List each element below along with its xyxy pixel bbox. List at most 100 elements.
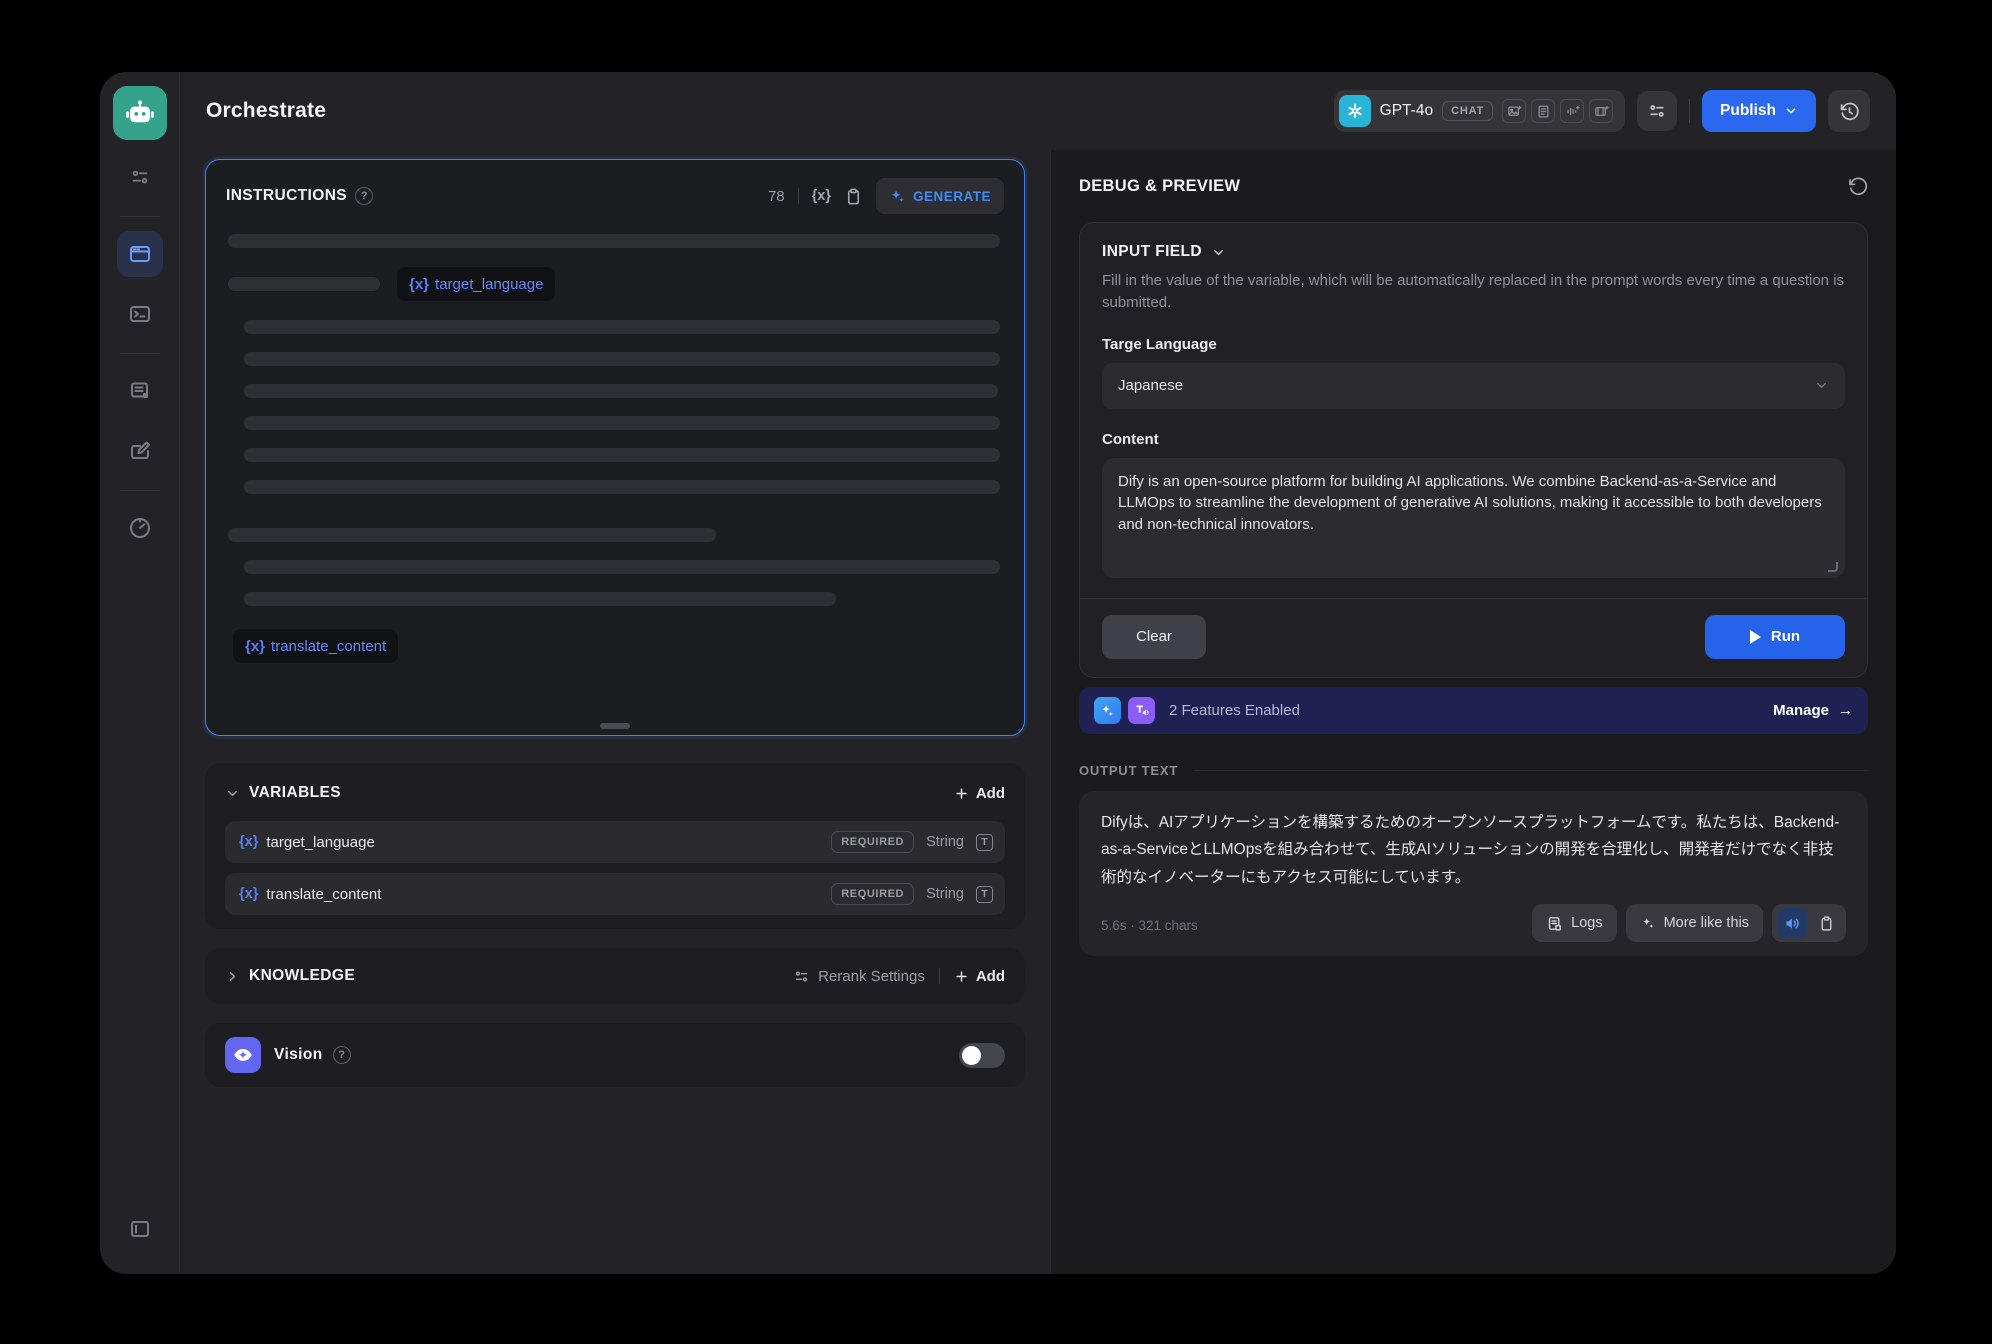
image-capability-icon [1502,99,1526,123]
model-name: GPT-4o [1380,102,1433,120]
variable-type: String [926,886,964,902]
variable-name: target_language [266,834,374,851]
manage-features-button[interactable]: Manage → [1773,702,1853,719]
topbar-divider [1689,99,1690,123]
add-label: Add [976,968,1005,985]
features-status: 2 Features Enabled [1169,702,1300,719]
speaker-button[interactable] [1777,908,1807,938]
chevron-down-icon[interactable] [225,786,240,801]
divider-line [1194,770,1868,771]
copy-output-button[interactable] [1811,908,1841,938]
features-bar[interactable]: 2 Features Enabled Manage → [1079,687,1868,734]
document-list-icon [128,379,152,403]
language-select[interactable]: Japanese [1102,363,1845,409]
audio-capability-icon [1560,99,1584,123]
variable-insert-icon[interactable]: {x} [812,188,831,204]
refresh-icon[interactable] [1847,176,1868,197]
variable-chip-translate-content[interactable]: {x}translate_content [232,628,399,664]
sidebar [100,72,180,1274]
openai-logo-icon [1339,95,1371,127]
instructions-panel[interactable]: INSTRUCTIONS ? 78 {x} GENERATE [205,159,1025,736]
publish-button[interactable]: Publish [1702,90,1816,132]
panel-left-icon [128,1217,152,1241]
sidebar-divider [120,353,160,354]
variables-title: VARIABLES [249,784,341,802]
sidebar-item-orchestrate[interactable] [117,231,163,277]
model-mode-badge: CHAT [1442,101,1493,121]
sidebar-item-logs[interactable] [117,368,163,414]
output-meta: 5.6s · 321 chars [1101,918,1198,942]
run-label: Run [1771,628,1800,645]
model-parameters-button[interactable] [1637,91,1677,131]
debug-preview-pane: DEBUG & PREVIEW INPUT FIELD Fill in the … [1050,150,1896,1274]
text-to-speech-feature-icon [1128,697,1155,724]
variables-section: VARIABLES Add {x} target_language REQU [205,763,1025,929]
variable-token: {x} [239,886,258,902]
sidebar-collapse-button[interactable] [117,1206,163,1252]
variable-token: {x} [409,276,429,293]
sidebar-item-settings[interactable] [117,154,163,200]
sparkles-icon [1640,915,1656,931]
output-text-title: OUTPUT TEXT [1079,763,1178,778]
copy-icon[interactable] [844,187,863,206]
add-knowledge-button[interactable]: Add [954,968,1005,985]
divider [939,968,940,984]
required-badge: REQUIRED [831,831,914,853]
more-like-this-feature-icon [1094,697,1121,724]
sidebar-item-annotation[interactable] [117,428,163,474]
more-like-this-label: More like this [1664,915,1749,931]
variable-row[interactable]: {x} translate_content REQUIRED String T [225,873,1005,915]
string-type-icon[interactable]: T [976,834,993,851]
variable-chip-label: target_language [435,276,543,293]
help-icon[interactable]: ? [355,187,373,205]
logs-label: Logs [1571,915,1602,931]
variable-name: translate_content [266,886,381,903]
clear-button[interactable]: Clear [1102,615,1206,659]
sidebar-item-terminal[interactable] [117,291,163,337]
run-button[interactable]: Run [1705,615,1845,659]
vision-section: Vision ? [205,1023,1025,1087]
generate-label: GENERATE [913,189,991,204]
chevron-right-icon[interactable] [225,969,240,984]
vision-toggle[interactable] [959,1043,1005,1068]
input-field-header[interactable]: INPUT FIELD [1102,243,1845,261]
model-capabilities [1502,99,1613,123]
clock-rewind-icon [1839,101,1860,122]
sidebar-item-monitoring[interactable] [117,505,163,551]
content-textarea[interactable]: Dify is an open-source platform for buil… [1102,458,1845,578]
app-window: Orchestrate GPT-4o CHAT [100,72,1896,1274]
rerank-settings-button[interactable]: Rerank Settings [793,968,925,985]
add-variable-button[interactable]: Add [954,785,1005,802]
logs-button[interactable]: Logs [1532,904,1616,942]
help-icon[interactable]: ? [333,1046,351,1064]
resize-handle[interactable] [600,723,630,729]
history-button[interactable] [1828,90,1870,132]
generate-button[interactable]: GENERATE [876,178,1004,214]
chevron-down-icon [1784,104,1798,118]
plus-icon [954,969,969,984]
app-avatar[interactable] [113,86,167,140]
input-field-description: Fill in the value of the variable, which… [1102,270,1845,314]
more-like-this-button[interactable]: More like this [1626,904,1763,942]
sliders-icon [793,968,810,985]
prompt-editor[interactable]: {x} target_language {x}translate_content [206,224,1024,664]
variable-type: String [926,834,964,850]
content-value: Dify is an open-source platform for buil… [1118,473,1822,534]
string-type-icon[interactable]: T [976,886,993,903]
variable-chip-label: translate_content [271,638,386,655]
divider [798,188,799,204]
resize-corner-icon[interactable] [1828,562,1838,572]
play-icon [1750,630,1761,644]
content-field-label: Content [1102,431,1845,448]
app-window-icon [128,242,152,266]
clear-label: Clear [1136,628,1172,645]
variable-token: {x} [239,834,258,850]
model-selector[interactable]: GPT-4o CHAT [1334,90,1625,132]
orchestrate-pane: INSTRUCTIONS ? 78 {x} GENERATE [180,150,1050,1274]
variable-row[interactable]: {x} target_language REQUIRED String T [225,821,1005,863]
required-badge: REQUIRED [831,883,914,905]
variable-chip-target-language[interactable]: {x} target_language [396,266,556,302]
plus-icon [954,786,969,801]
add-label: Add [976,785,1005,802]
vision-eye-icon [225,1037,261,1073]
